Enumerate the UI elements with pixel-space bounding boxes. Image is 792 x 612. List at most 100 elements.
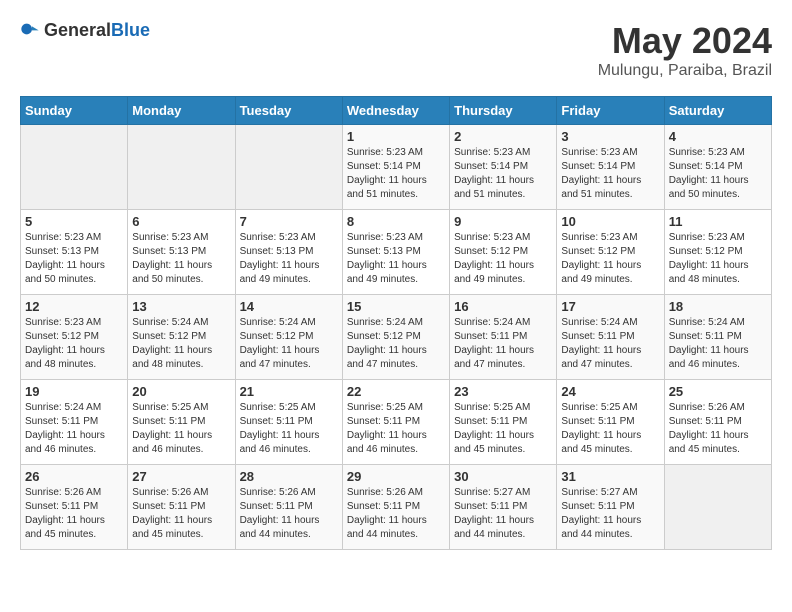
day-header-monday: Monday [128,97,235,125]
calendar-cell: 13 Sunrise: 5:24 AM Sunset: 5:12 PM Dayli… [128,295,235,380]
day-number: 29 [347,469,445,484]
calendar-cell [21,125,128,210]
day-number: 21 [240,384,338,399]
day-header-saturday: Saturday [664,97,771,125]
day-info: Sunrise: 5:24 AM Sunset: 5:12 PM Dayligh… [132,316,230,372]
calendar-cell: 20 Sunrise: 5:25 AM Sunset: 5:11 PM Dayli… [128,380,235,465]
day-number: 24 [561,384,659,399]
logo-text-blue: Blue [111,20,150,40]
day-info: Sunrise: 5:24 AM Sunset: 5:11 PM Dayligh… [669,316,767,372]
calendar-cell: 30 Sunrise: 5:27 AM Sunset: 5:11 PM Dayli… [450,465,557,550]
calendar-cell: 2 Sunrise: 5:23 AM Sunset: 5:14 PM Daylig… [450,125,557,210]
location-title: Mulungu, Paraiba, Brazil [598,62,772,80]
day-info: Sunrise: 5:24 AM Sunset: 5:11 PM Dayligh… [561,316,659,372]
day-info: Sunrise: 5:23 AM Sunset: 5:13 PM Dayligh… [132,231,230,287]
logo: GeneralBlue [20,20,150,41]
calendar-table: SundayMondayTuesdayWednesdayThursdayFrid… [20,96,772,550]
day-number: 1 [347,129,445,144]
day-info: Sunrise: 5:23 AM Sunset: 5:14 PM Dayligh… [669,146,767,202]
page-header: GeneralBlue May 2024 Mulungu, Paraiba, B… [20,20,772,80]
calendar-cell [664,465,771,550]
calendar-week-4: 19 Sunrise: 5:24 AM Sunset: 5:11 PM Dayli… [21,380,772,465]
title-area: May 2024 Mulungu, Paraiba, Brazil [598,20,772,80]
day-info: Sunrise: 5:26 AM Sunset: 5:11 PM Dayligh… [240,486,338,542]
calendar-cell: 10Sunrise: 5:23 AM Sunset: 5:12 PM Dayli… [557,210,664,295]
calendar-week-3: 12 Sunrise: 5:23 AM Sunset: 5:12 PM Dayli… [21,295,772,380]
day-header-wednesday: Wednesday [342,97,449,125]
day-header-thursday: Thursday [450,97,557,125]
calendar-cell: 27 Sunrise: 5:26 AM Sunset: 5:11 PM Dayli… [128,465,235,550]
day-number: 20 [132,384,230,399]
day-info: Sunrise: 5:23 AM Sunset: 5:12 PM Dayligh… [25,316,123,372]
day-info: Sunrise: 5:23 AM Sunset: 5:12 PM Dayligh… [454,231,552,287]
day-number: 9 [454,214,552,229]
day-number: 25 [669,384,767,399]
day-info: Sunrise: 5:26 AM Sunset: 5:11 PM Dayligh… [132,486,230,542]
day-number: 28 [240,469,338,484]
day-number: 5 [25,214,123,229]
day-number: 17 [561,299,659,314]
calendar-cell [128,125,235,210]
days-header-row: SundayMondayTuesdayWednesdayThursdayFrid… [21,97,772,125]
calendar-cell: 8 Sunrise: 5:23 AM Sunset: 5:13 PM Daylig… [342,210,449,295]
day-header-tuesday: Tuesday [235,97,342,125]
calendar-body: 1 Sunrise: 5:23 AM Sunset: 5:14 PM Daylig… [21,125,772,550]
day-number: 2 [454,129,552,144]
day-number: 11 [669,214,767,229]
calendar-cell: 29 Sunrise: 5:26 AM Sunset: 5:11 PM Dayli… [342,465,449,550]
day-number: 12 [25,299,123,314]
logo-icon [20,21,40,41]
calendar-cell: 18 Sunrise: 5:24 AM Sunset: 5:11 PM Dayli… [664,295,771,380]
day-number: 26 [25,469,123,484]
day-info: Sunrise: 5:26 AM Sunset: 5:11 PM Dayligh… [669,401,767,457]
day-info: Sunrise: 5:23 AM Sunset: 5:13 PM Dayligh… [347,231,445,287]
day-info: Sunrise: 5:27 AM Sunset: 5:11 PM Dayligh… [454,486,552,542]
day-number: 15 [347,299,445,314]
calendar-week-1: 1 Sunrise: 5:23 AM Sunset: 5:14 PM Daylig… [21,125,772,210]
calendar-cell: 14Sunrise: 5:24 AM Sunset: 5:12 PM Dayli… [235,295,342,380]
day-info: Sunrise: 5:23 AM Sunset: 5:12 PM Dayligh… [669,231,767,287]
calendar-cell [235,125,342,210]
day-info: Sunrise: 5:27 AM Sunset: 5:11 PM Dayligh… [561,486,659,542]
day-number: 14 [240,299,338,314]
calendar-cell: 3Sunrise: 5:23 AM Sunset: 5:14 PM Daylig… [557,125,664,210]
day-number: 31 [561,469,659,484]
calendar-cell: 31 Sunrise: 5:27 AM Sunset: 5:11 PM Dayli… [557,465,664,550]
day-number: 13 [132,299,230,314]
calendar-cell: 17 Sunrise: 5:24 AM Sunset: 5:11 PM Dayli… [557,295,664,380]
day-info: Sunrise: 5:23 AM Sunset: 5:14 PM Dayligh… [454,146,552,202]
day-number: 8 [347,214,445,229]
day-number: 30 [454,469,552,484]
day-info: Sunrise: 5:24 AM Sunset: 5:11 PM Dayligh… [25,401,123,457]
calendar-cell: 1 Sunrise: 5:23 AM Sunset: 5:14 PM Daylig… [342,125,449,210]
day-info: Sunrise: 5:26 AM Sunset: 5:11 PM Dayligh… [347,486,445,542]
calendar-cell: 6 Sunrise: 5:23 AM Sunset: 5:13 PM Daylig… [128,210,235,295]
calendar-cell: 12 Sunrise: 5:23 AM Sunset: 5:12 PM Dayli… [21,295,128,380]
day-info: Sunrise: 5:25 AM Sunset: 5:11 PM Dayligh… [240,401,338,457]
day-number: 27 [132,469,230,484]
calendar-cell: 4 Sunrise: 5:23 AM Sunset: 5:14 PM Daylig… [664,125,771,210]
day-info: Sunrise: 5:26 AM Sunset: 5:11 PM Dayligh… [25,486,123,542]
day-number: 10 [561,214,659,229]
calendar-cell: 11 Sunrise: 5:23 AM Sunset: 5:12 PM Dayli… [664,210,771,295]
calendar-cell: 15Sunrise: 5:24 AM Sunset: 5:12 PM Dayli… [342,295,449,380]
day-number: 23 [454,384,552,399]
day-number: 6 [132,214,230,229]
calendar-cell: 5Sunrise: 5:23 AM Sunset: 5:13 PM Daylig… [21,210,128,295]
day-number: 7 [240,214,338,229]
day-info: Sunrise: 5:23 AM Sunset: 5:14 PM Dayligh… [561,146,659,202]
day-info: Sunrise: 5:25 AM Sunset: 5:11 PM Dayligh… [132,401,230,457]
day-number: 4 [669,129,767,144]
calendar-week-5: 26 Sunrise: 5:26 AM Sunset: 5:11 PM Dayli… [21,465,772,550]
day-info: Sunrise: 5:23 AM Sunset: 5:14 PM Dayligh… [347,146,445,202]
day-info: Sunrise: 5:25 AM Sunset: 5:11 PM Dayligh… [454,401,552,457]
day-number: 16 [454,299,552,314]
day-number: 18 [669,299,767,314]
calendar-cell: 26 Sunrise: 5:26 AM Sunset: 5:11 PM Dayli… [21,465,128,550]
day-info: Sunrise: 5:25 AM Sunset: 5:11 PM Dayligh… [561,401,659,457]
day-number: 19 [25,384,123,399]
calendar-cell: 25 Sunrise: 5:26 AM Sunset: 5:11 PM Dayli… [664,380,771,465]
day-info: Sunrise: 5:25 AM Sunset: 5:11 PM Dayligh… [347,401,445,457]
calendar-cell: 23 Sunrise: 5:25 AM Sunset: 5:11 PM Dayli… [450,380,557,465]
calendar-cell: 21 Sunrise: 5:25 AM Sunset: 5:11 PM Dayli… [235,380,342,465]
